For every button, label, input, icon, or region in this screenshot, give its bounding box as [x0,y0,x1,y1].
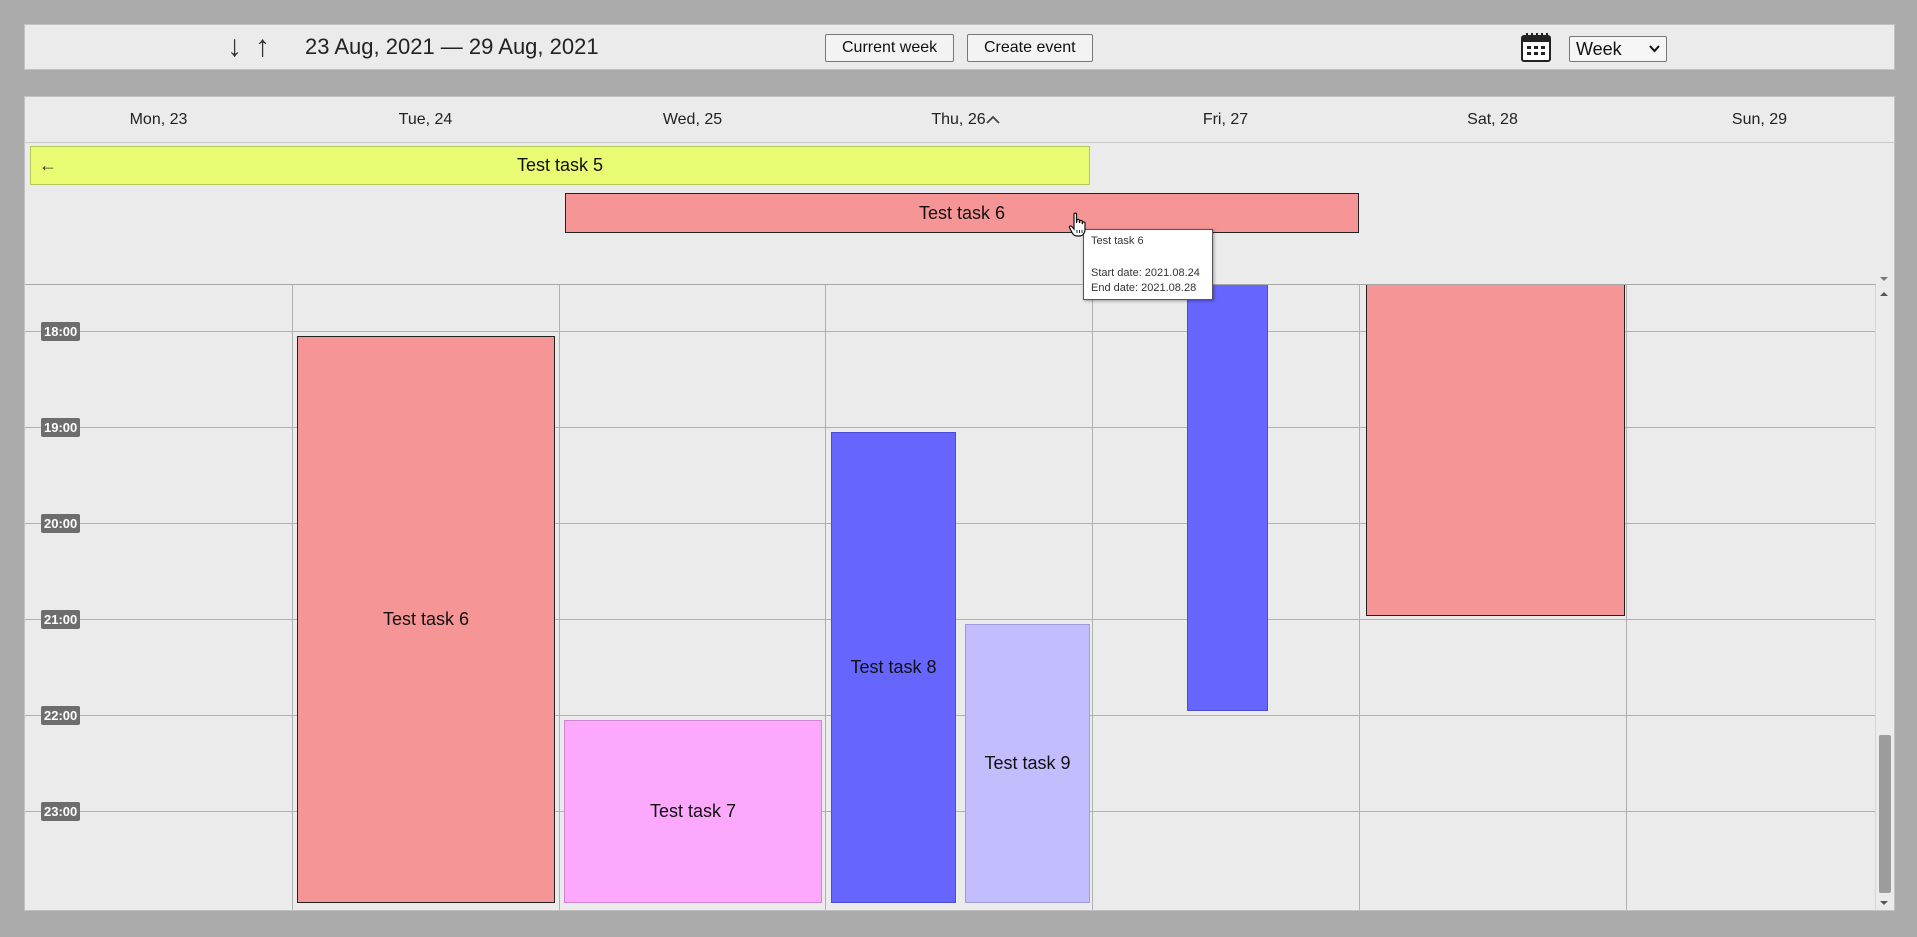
day-separator [292,285,293,910]
event-test-task-9[interactable]: Test task 9 [965,624,1090,903]
allday-event-test-task-5[interactable]: ← Test task 5 [30,146,1090,185]
collapse-allday-chevron-up-icon[interactable] [986,114,1000,126]
event-test-task-8[interactable]: Test task 8 [831,432,956,903]
tooltip-title: Test task 6 [1091,235,1144,247]
next-week-arrow-icon[interactable]: ↑ [255,30,270,64]
allday-event-test-task-6[interactable]: Test task 6 [565,193,1359,233]
time-grid-scrollbar[interactable] [1875,285,1894,910]
day-header-fri: Fri, 27 [1202,111,1249,128]
time-label-19: 19:00 [41,418,81,437]
day-header-sat: Sat, 28 [1467,111,1518,128]
time-grid: Test task 6 Test task 7 Test task 8 Test… [25,285,1876,910]
allday-events-area: ← Test task 5 Test task 6 [25,143,1894,285]
allday-scrollbar[interactable] [1876,143,1894,285]
hand-pointer-cursor-icon [1068,212,1086,237]
day-header-thu: Thu, 26 [931,111,986,128]
prev-week-arrow-icon[interactable]: ↓ [227,30,242,64]
event-friday-blue[interactable] [1187,285,1268,711]
scroll-down-arrow-icon[interactable] [1880,277,1888,281]
time-label-23: 23:00 [41,802,81,821]
event-title: Test task 6 [382,609,470,629]
toolbar: ↓ ↑ 23 Aug, 2021 — 29 Aug, 2021 Current … [24,24,1895,70]
create-event-button[interactable]: Create event [967,34,1093,62]
day-header-row: Mon, 23 Tue, 24 Wed, 25 Thu, 26 Fri, 27 … [25,97,1894,143]
event-test-task-6[interactable]: Test task 6 [297,336,555,903]
event-title: Test task 5 [516,155,604,175]
event-title: Test task 6 [918,203,1006,223]
tooltip-end-date: End date: 2021.08.28 [1091,282,1197,294]
time-label-21: 21:00 [41,610,81,629]
day-separator [1092,285,1093,910]
view-mode-value: Week [1576,38,1622,59]
day-separator [559,285,560,910]
time-label-22: 22:00 [41,706,81,725]
date-range-label: 23 Aug, 2021 — 29 Aug, 2021 [305,34,599,59]
event-saturday-red[interactable] [1366,285,1625,616]
week-calendar: Mon, 23 Tue, 24 Wed, 25 Thu, 26 Fri, 27 … [24,96,1895,911]
day-separator [1626,285,1627,910]
scrollbar-thumb[interactable] [1879,735,1891,893]
day-header-mon: Mon, 23 [129,111,188,128]
continues-left-arrow-icon: ← [39,155,57,175]
calendar-icon[interactable] [1520,31,1552,63]
day-header-tue: Tue, 24 [398,111,453,128]
day-header-sun: Sun, 29 [1731,111,1788,128]
day-separator [825,285,826,910]
time-label-18: 18:00 [41,322,81,341]
event-test-task-7[interactable]: Test task 7 [564,720,822,903]
scroll-up-arrow-icon[interactable] [1880,292,1888,296]
current-week-button[interactable]: Current week [825,34,955,62]
tooltip-start-date: Start date: 2021.08.24 [1091,267,1200,279]
chevron-down-icon [1649,45,1660,53]
event-tooltip: Test task 6 Start date: 2021.08.24 End d… [1083,229,1213,300]
day-separator [1359,285,1360,910]
time-label-20: 20:00 [41,514,81,533]
event-title: Test task 8 [850,657,937,677]
day-header-wed: Wed, 25 [662,111,723,128]
event-title: Test task 9 [984,753,1071,773]
event-title: Test task 7 [649,801,737,821]
scroll-down-arrow-icon[interactable] [1880,901,1888,905]
view-mode-select[interactable]: Week [1569,36,1667,62]
